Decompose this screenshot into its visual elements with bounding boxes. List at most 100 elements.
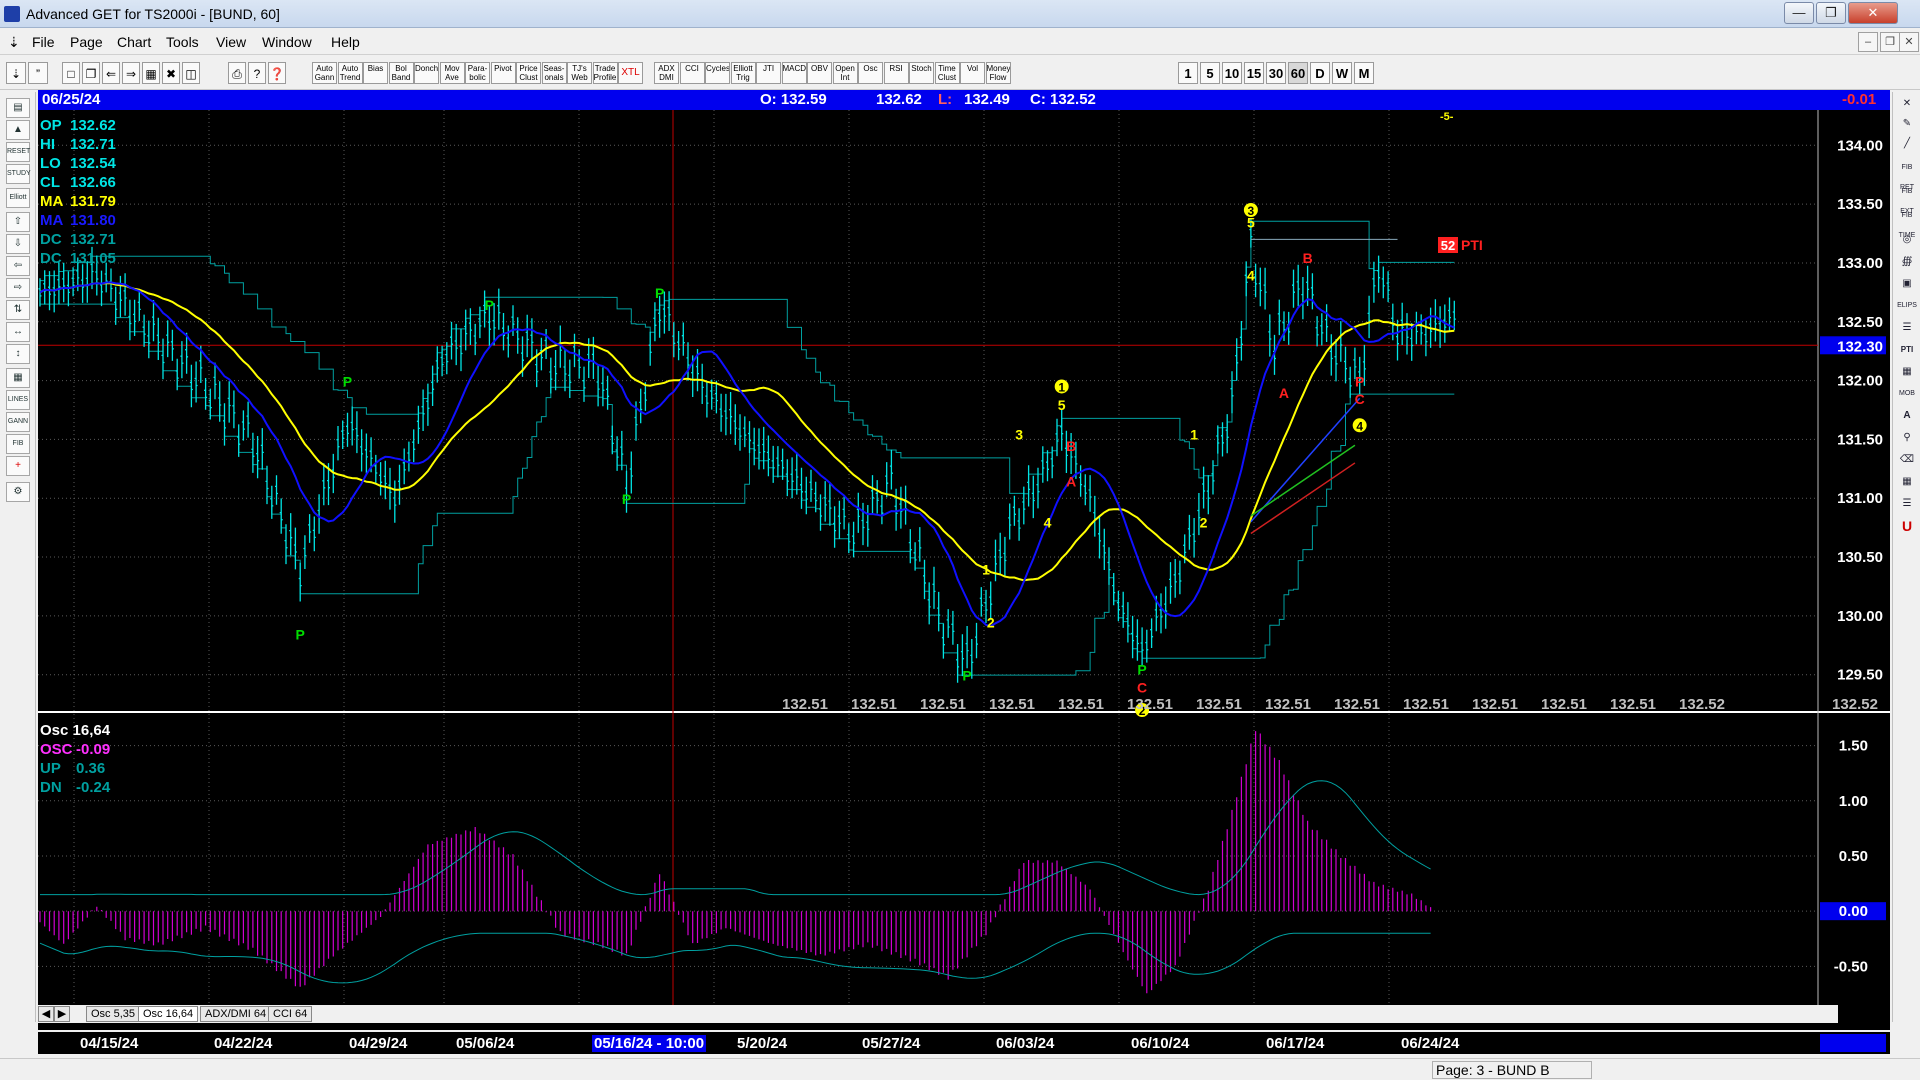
minimize-button[interactable]: —: [1784, 2, 1814, 24]
eraser-icon[interactable]: ⌫: [1896, 450, 1918, 470]
menu-tools[interactable]: Tools: [166, 34, 199, 50]
print-icon[interactable]: ⎙: [228, 62, 246, 84]
study-button-elliott-trig[interactable]: Elliott Trig: [730, 62, 756, 84]
study-button-obv[interactable]: OBV: [807, 62, 832, 84]
compress-icon[interactable]: ⇅: [6, 300, 30, 320]
study-button-xtl[interactable]: XTL: [618, 62, 643, 84]
close-button[interactable]: ✕: [1848, 2, 1898, 24]
help-icon[interactable]: ?: [248, 62, 266, 84]
study-button-trade-profile[interactable]: Trade Profile: [592, 62, 618, 84]
fib-time-icon[interactable]: FIB TIME: [1896, 206, 1918, 239]
tab-next-icon[interactable]: ▶: [54, 1006, 70, 1022]
doc-icon[interactable]: ⇣: [8, 34, 20, 51]
open-icon[interactable]: ▤: [6, 98, 30, 118]
expand-icon[interactable]: ↔: [6, 322, 30, 342]
query-icon[interactable]: ❓: [268, 62, 286, 84]
study-button-rsi[interactable]: RSI: [883, 62, 909, 84]
date-scroll-thumb[interactable]: [1820, 1034, 1886, 1052]
quote-icon[interactable]: ”: [28, 62, 48, 84]
study-button-para-bolic[interactable]: Para-bolic: [465, 62, 490, 84]
gann-icon[interactable]: GANN: [6, 412, 30, 432]
cross-tool-icon[interactable]: ✕: [1896, 94, 1918, 114]
fib-ext-icon[interactable]: FIB EXT: [1896, 182, 1918, 215]
study-button-time-clust[interactable]: Time Clust: [934, 62, 960, 84]
ellipse-icon[interactable]: ELIPS: [1896, 296, 1918, 316]
line-tool-icon[interactable]: ╱: [1896, 134, 1918, 154]
calc-icon[interactable]: ▦: [1896, 472, 1918, 492]
study-button-price-clust[interactable]: Price Clust: [516, 62, 541, 84]
study-button-seas-onals[interactable]: Seas-onals: [541, 62, 567, 84]
menu-chart[interactable]: Chart: [117, 34, 151, 50]
study-button-open-int[interactable]: Open Int: [832, 62, 858, 84]
reset-icon[interactable]: RESET: [6, 142, 30, 162]
arrow-left-icon[interactable]: ⇦: [6, 256, 30, 276]
mdi-close-button[interactable]: ✕: [1899, 32, 1919, 52]
tab-cci[interactable]: CCI 64: [268, 1006, 313, 1022]
undo-icon[interactable]: U: [1896, 516, 1918, 536]
grid-icon[interactable]: ▦: [142, 62, 160, 84]
menu-file[interactable]: File: [32, 34, 55, 50]
study-button-osc[interactable]: Osc: [858, 62, 883, 84]
lines-icon[interactable]: LINES: [6, 390, 30, 410]
grid-tool-icon[interactable]: ▦: [1896, 362, 1918, 382]
study-icon[interactable]: STUDY: [6, 164, 31, 184]
pti-icon[interactable]: PTI: [1896, 340, 1918, 360]
maximize-button[interactable]: ❐: [1816, 2, 1846, 24]
tab-osc-16-64[interactable]: Osc 16,64: [138, 1006, 199, 1022]
spiral-icon[interactable]: ◎: [1896, 230, 1918, 250]
arrow-up-icon[interactable]: ⇧: [6, 212, 30, 232]
study-button-jti[interactable]: JTI: [756, 62, 781, 84]
study-button-stoch[interactable]: Stoch: [909, 62, 934, 84]
menu-page[interactable]: Page: [70, 34, 103, 50]
period-button-d[interactable]: D: [1310, 62, 1330, 84]
period-button-m[interactable]: M: [1354, 62, 1374, 84]
study-button-auto-gann[interactable]: Auto Gann: [312, 62, 337, 84]
elliott-icon[interactable]: Elliott: [6, 188, 30, 208]
study-button-macd[interactable]: MACD: [781, 62, 807, 84]
menu-window[interactable]: Window: [262, 34, 312, 50]
delete-icon[interactable]: ✖: [162, 62, 180, 84]
study-button-donch[interactable]: Donch: [414, 62, 439, 84]
period-button-60[interactable]: 60: [1288, 62, 1308, 84]
period-button-5[interactable]: 5: [1200, 62, 1220, 84]
copy-icon[interactable]: ❐: [82, 62, 100, 84]
study-button-mov-ave[interactable]: Mov Ave: [439, 62, 465, 84]
mdi-minimize-button[interactable]: –: [1858, 32, 1878, 52]
pencil-icon[interactable]: ✎: [1896, 114, 1918, 134]
study-button-tj-s-web[interactable]: TJ's Web: [567, 62, 592, 84]
mob-icon[interactable]: MOB: [1896, 384, 1918, 404]
period-button-1[interactable]: 1: [1178, 62, 1198, 84]
period-button-15[interactable]: 15: [1244, 62, 1264, 84]
text-tool-icon[interactable]: A: [1896, 406, 1918, 426]
period-button-30[interactable]: 30: [1266, 62, 1286, 84]
study-button-cycles[interactable]: Cycles: [705, 62, 730, 84]
crosshair-icon[interactable]: +: [6, 456, 30, 476]
fib-ret-icon[interactable]: FIB RET: [1896, 158, 1918, 191]
study-button-pivot[interactable]: Pivot: [490, 62, 516, 84]
list-icon[interactable]: ☰: [1896, 494, 1918, 514]
study-button-money-flow[interactable]: Money Flow: [985, 62, 1011, 84]
new-page-icon[interactable]: □: [62, 62, 80, 84]
arrow-right-icon[interactable]: ⇨: [6, 278, 30, 298]
tab-prev-icon[interactable]: ◀: [38, 1006, 54, 1022]
chart-area[interactable]: P P P P P P P C A B A B P C 1 2 3 4 5 1 2 4 5 1 2 3 4 -5- 52 PTI 134.0…: [38, 110, 1890, 1030]
study-button-cci[interactable]: CCI: [679, 62, 705, 84]
arrow-down-icon[interactable]: ⇩: [6, 234, 30, 254]
settings-icon[interactable]: ⚙: [6, 482, 30, 502]
cursor-icon[interactable]: ⇣: [6, 62, 26, 84]
chart-type-icon[interactable]: ▲: [6, 120, 30, 140]
magnifier-icon[interactable]: ⚲: [1896, 428, 1918, 448]
table-icon[interactable]: ▦: [6, 368, 30, 388]
study-button-vol[interactable]: Vol: [960, 62, 985, 84]
study-button-bias[interactable]: Bias: [363, 62, 388, 84]
tab-adx-dmi[interactable]: ADX/DMI 64: [200, 1006, 272, 1022]
menu-help[interactable]: Help: [331, 34, 360, 50]
fan-icon[interactable]: ∰: [1896, 252, 1918, 272]
tab-osc-5-35[interactable]: Osc 5,35: [86, 1006, 141, 1022]
study-button-auto-trend[interactable]: Auto Trend: [337, 62, 363, 84]
chart-fwd-icon[interactable]: ⇒: [122, 62, 140, 84]
zoom-icon[interactable]: ◫: [182, 62, 200, 84]
price-chart[interactable]: PPPPPP PCABABPC1234512451234-5-52 PTI134.0…: [38, 110, 1890, 1030]
chart-back-icon[interactable]: ⇐: [102, 62, 120, 84]
scale-icon[interactable]: ↕: [6, 344, 30, 364]
